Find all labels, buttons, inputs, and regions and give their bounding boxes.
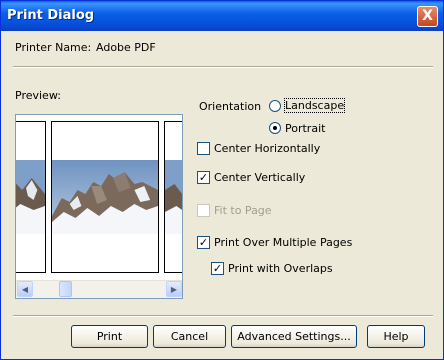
advanced-settings-button[interactable]: Advanced Settings... xyxy=(231,325,357,348)
scrollbar-thumb[interactable] xyxy=(59,281,72,297)
print-with-overlaps-label[interactable]: Print with Overlaps xyxy=(228,262,333,275)
fit-to-page-label[interactable]: Fit to Page xyxy=(214,204,272,217)
separator-bottom xyxy=(13,315,433,317)
cancel-button[interactable]: Cancel xyxy=(153,325,226,348)
center-horizontally-checkbox[interactable] xyxy=(197,142,210,155)
orientation-label: Orientation xyxy=(199,100,262,113)
fit-to-page-checkbox[interactable] xyxy=(197,204,210,217)
print-dialog-window: Print Dialog X Printer Name: Adobe PDF P… xyxy=(0,0,444,360)
print-button[interactable]: Print xyxy=(71,325,148,348)
portrait-radio-label[interactable]: Portrait xyxy=(285,122,325,135)
printer-name-label: Printer Name: xyxy=(15,41,92,54)
center-vertically-label[interactable]: Center Vertically xyxy=(214,171,305,184)
scroll-right-button[interactable]: ▶ xyxy=(166,281,182,297)
preview-horizontal-scrollbar[interactable]: ◀ ▶ xyxy=(16,280,182,298)
separator-top xyxy=(13,66,433,68)
cancel-button-label: Cancel xyxy=(170,330,209,343)
center-vertically-checkbox[interactable]: ✓ xyxy=(197,171,210,184)
print-over-multiple-pages-label[interactable]: Print Over Multiple Pages xyxy=(214,236,352,249)
scroll-left-button[interactable]: ◀ xyxy=(17,281,33,297)
preview-pane[interactable]: ◀ ▶ xyxy=(15,114,183,299)
mountain-photo-right xyxy=(165,160,182,234)
close-icon: X xyxy=(422,8,433,24)
preview-page-center xyxy=(51,121,159,273)
landscape-radio-label[interactable]: Landscape xyxy=(283,98,346,113)
preview-page-left xyxy=(16,121,46,273)
printer-name-value: Adobe PDF xyxy=(96,41,156,54)
title-bar[interactable]: Print Dialog X xyxy=(1,1,443,31)
print-over-multiple-pages-checkbox[interactable]: ✓ xyxy=(197,236,210,249)
arrow-right-icon: ▶ xyxy=(170,285,178,294)
mountain-photo-left xyxy=(16,160,45,234)
mountain-photo-center xyxy=(52,160,158,234)
print-button-label: Print xyxy=(96,330,123,343)
print-with-overlaps-checkbox[interactable]: ✓ xyxy=(211,262,224,275)
landscape-radio[interactable] xyxy=(269,100,281,112)
help-button-label: Help xyxy=(383,330,409,343)
window-title: Print Dialog xyxy=(7,8,95,23)
center-horizontally-label[interactable]: Center Horizontally xyxy=(214,142,320,155)
arrow-left-icon: ◀ xyxy=(21,285,29,294)
portrait-radio[interactable] xyxy=(269,122,281,134)
preview-label: Preview: xyxy=(15,89,61,102)
close-button[interactable]: X xyxy=(417,6,438,27)
help-button[interactable]: Help xyxy=(367,325,425,348)
preview-page-right xyxy=(164,121,182,273)
advanced-settings-button-label: Advanced Settings... xyxy=(237,330,351,343)
